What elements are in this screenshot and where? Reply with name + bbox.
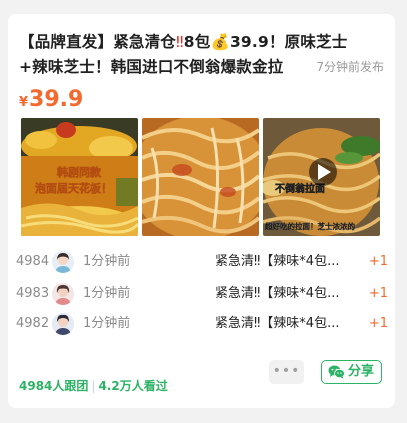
follow-count: +1 (368, 316, 388, 331)
avatar (52, 283, 74, 305)
follow-time: 1分钟前 (83, 286, 131, 301)
follower-row[interactable]: 4983 1分钟前 紧急清‼【辣味*4包... +1 (16, 282, 388, 306)
view-count: 4.2万人看过 (98, 379, 168, 393)
follow-message: 紧急清‼【辣味*4包... (215, 316, 340, 331)
price-value: 39.9 (29, 87, 84, 112)
more-button[interactable]: ••• (269, 360, 304, 384)
wechat-icon (328, 365, 345, 379)
follower-row[interactable]: 4982 1分钟前 紧急清‼【辣味*4包... +1 (16, 312, 388, 336)
follow-time: 1分钟前 (83, 316, 131, 331)
follow-message: 紧急清‼【辣味*4包... (215, 254, 340, 269)
posted-time: 7分钟前发布 (306, 55, 386, 80)
double-exclamation-icon: ‼ (176, 33, 184, 51)
svg-text:超好吃的拉面！芝士浓浓的: 超好吃的拉面！芝士浓浓的 (264, 221, 355, 231)
follower-id: 4983 (16, 286, 50, 301)
ramen-video-thumbnail: 不倒翁拉面 超好吃的拉面！芝士浓浓的 (263, 118, 380, 236)
title-text: 8包 (183, 33, 211, 51)
follow-count: +1 (368, 254, 388, 269)
title-text: +辣味芝士！韩国进口不倒翁爆款金拉 (19, 58, 284, 76)
title-text: 39.9！原味芝士 (229, 33, 348, 51)
currency-symbol: ¥ (19, 95, 29, 110)
stats: 4984人跟团 | 4.2万人看过 (19, 374, 168, 398)
follow-count: +1 (368, 286, 388, 301)
follower-id: 4984 (16, 254, 50, 269)
follow-message: 紧急清‼【辣味*4包... (215, 286, 340, 301)
product-image-2[interactable] (142, 118, 259, 236)
share-button[interactable]: 分享 (321, 360, 382, 384)
product-video-3[interactable]: 不倒翁拉面 超好吃的拉面！芝士浓浓的 (263, 118, 380, 236)
ramen-photo-1: 韩剧同款 泡面届天花板！ (21, 118, 138, 236)
follower-row[interactable]: 4984 1分钟前 紧急清‼【辣味*4包... +1 (16, 250, 388, 274)
svg-text:韩剧同款: 韩剧同款 (57, 165, 102, 179)
follower-id: 4982 (16, 316, 50, 331)
title-text: 【品牌直发】紧急清仓 (19, 33, 177, 51)
product-image-1[interactable]: 韩剧同款 泡面届天花板！ (21, 118, 138, 236)
svg-text:泡面届天花板！: 泡面届天花板！ (35, 181, 112, 195)
avatar (52, 251, 74, 273)
price: ¥39.9 (19, 85, 83, 118)
group-buy-card[interactable]: 【品牌直发】紧急清仓‼8包💰39.9！原味芝士 +辣味芝士！韩国进口不倒翁爆款金… (8, 14, 395, 408)
joined-count: 4984人跟团 (19, 379, 89, 393)
more-dots-icon: ••• (272, 363, 301, 379)
divider: | (91, 379, 96, 393)
follow-time: 1分钟前 (83, 254, 131, 269)
image-gallery: 韩剧同款 泡面届天花板！ 不倒翁拉面 超好吃的拉面！芝士浓浓的 (21, 118, 381, 236)
money-bag-icon: 💰 (210, 33, 230, 51)
ramen-photo-2 (142, 118, 259, 236)
avatar (52, 313, 74, 335)
share-label: 分享 (348, 364, 375, 379)
